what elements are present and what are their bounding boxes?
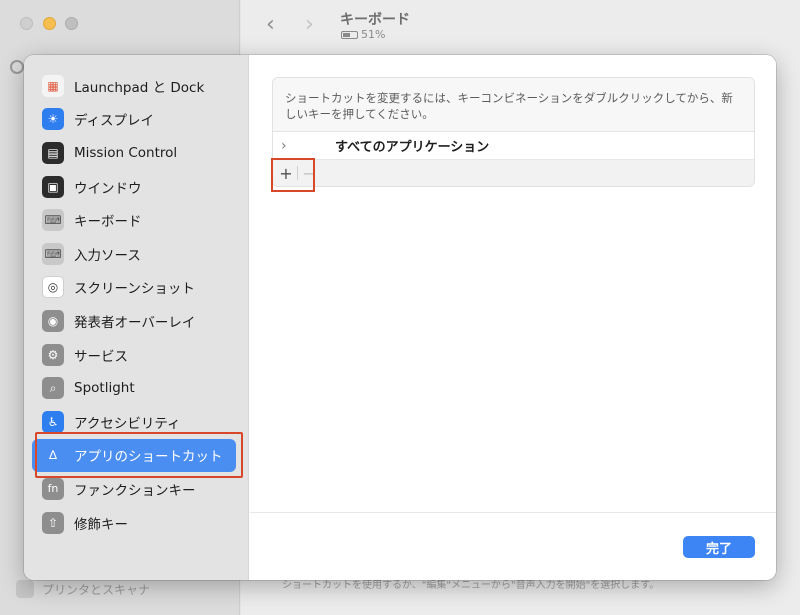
background-sidebar-item: プリンタとスキャナ	[16, 580, 150, 598]
window-icon: ▣	[42, 175, 64, 198]
chevron-right-icon[interactable]: ›	[281, 138, 295, 154]
sidebar-item-label: ウインドウ	[74, 180, 142, 197]
sidebar-item[interactable]: ♿ アクセシビリティ	[32, 405, 236, 439]
shortcuts-panel: ショートカットを変更するには、キーコンビネーションをダブルクリックしてから、新し…	[272, 77, 755, 187]
sidebar-item[interactable]: ⌨ キーボード	[32, 203, 236, 237]
launchpad-icon: ▦	[42, 74, 64, 97]
sidebar-item-label: Mission Control	[74, 144, 178, 161]
instruction-text: ショートカットを変更するには、キーコンビネーションをダブルクリックしてから、新し…	[273, 78, 754, 132]
printer-icon	[16, 580, 34, 598]
sidebar-item[interactable]: ⌨ 入力ソース	[32, 237, 236, 271]
sidebar-item[interactable]: ▤ Mission Control	[32, 136, 236, 170]
sidebar-item-label: スクリーンショット	[74, 281, 195, 298]
display-icon: ☀	[42, 108, 64, 131]
footer-divider	[250, 512, 776, 513]
battery-status: 51%	[341, 28, 385, 41]
window-title: キーボード	[340, 12, 410, 28]
close-window-button[interactable]	[20, 17, 33, 30]
gear-icon: ⚙	[42, 343, 64, 366]
sidebar-item-label: Spotlight	[74, 380, 135, 397]
sidebar-item[interactable]: ⇧ 修飾キー	[32, 506, 236, 540]
mission-control-icon: ▤	[42, 141, 64, 164]
sidebar-item[interactable]: ▣ ウインドウ	[32, 170, 236, 204]
background-sidebar-label: プリンタとスキャナ	[42, 582, 151, 597]
sidebar-item[interactable]: ⌕ Spotlight	[32, 371, 236, 405]
sidebar-item-label: 修飾キー	[74, 516, 128, 533]
search-icon	[10, 60, 24, 74]
sidebar-item-label: 入力ソース	[74, 247, 141, 264]
sidebar-item-label: ファンクションキー	[74, 482, 196, 499]
sidebar-item-label: サービス	[74, 348, 128, 365]
add-shortcut-button[interactable]: +	[275, 164, 297, 183]
sidebar-item-label: アプリのショートカット	[74, 449, 223, 466]
sidebar-item[interactable]: ▦ Launchpad と Dock	[32, 69, 236, 103]
accessibility-icon: ♿	[42, 410, 64, 433]
app-store-icon: ∆	[42, 444, 64, 467]
screenshot-icon: ◎	[42, 276, 64, 299]
sidebar-item-label: アクセシビリティ	[74, 415, 181, 432]
minimize-window-button[interactable]	[43, 17, 56, 30]
sidebar-item-label: 発表者オーバーレイ	[74, 314, 196, 331]
spotlight-icon: ⌕	[42, 377, 64, 400]
modifier-icon: ⇧	[42, 511, 64, 534]
all-applications-row[interactable]: › すべてのアプリケーション	[273, 132, 754, 160]
sidebar-item-label: ディスプレイ	[74, 113, 155, 130]
back-arrow-icon[interactable]: ‹	[266, 12, 275, 37]
shortcuts-content: ショートカットを変更するには、キーコンビネーションをダブルクリックしてから、新し…	[250, 55, 776, 580]
presenter-icon: ◉	[42, 309, 64, 332]
sidebar-item-label: キーボード	[74, 214, 142, 231]
forward-arrow-icon[interactable]: ›	[305, 12, 314, 37]
shortcuts-sidebar: ▦ Launchpad と Dock ☀ ディスプレイ ▤ Mission Control…	[24, 55, 249, 580]
sidebar-item-label: Launchpad と Dock	[74, 79, 205, 96]
battery-icon	[341, 30, 358, 39]
keyboard-shortcuts-sheet: ▦ Launchpad と Dock ☀ ディスプレイ ▤ Mission Control…	[24, 55, 776, 580]
sidebar-item[interactable]: fn ファンクションキー	[32, 472, 236, 506]
panel-toolbar: + −	[273, 160, 754, 186]
keyboard-icon: ⌨	[42, 209, 64, 232]
sidebar-item[interactable]: ⚙ サービス	[32, 338, 236, 372]
sidebar-item[interactable]: ∆ アプリのショートカット	[32, 438, 236, 473]
fn-icon: fn	[42, 477, 64, 500]
zoom-window-button[interactable]	[65, 17, 78, 30]
sidebar-item[interactable]: ◉ 発表者オーバーレイ	[32, 304, 236, 338]
sidebar-item[interactable]: ☀ ディスプレイ	[32, 103, 236, 137]
sidebar-item[interactable]: ◎ スクリーンショット	[32, 271, 236, 305]
input-source-icon: ⌨	[42, 242, 64, 265]
battery-percent: 51%	[361, 28, 386, 41]
remove-shortcut-button[interactable]: −	[298, 164, 320, 183]
done-button[interactable]: 完了	[683, 536, 755, 558]
all-applications-label: すべてのアプリケーション	[335, 140, 490, 155]
